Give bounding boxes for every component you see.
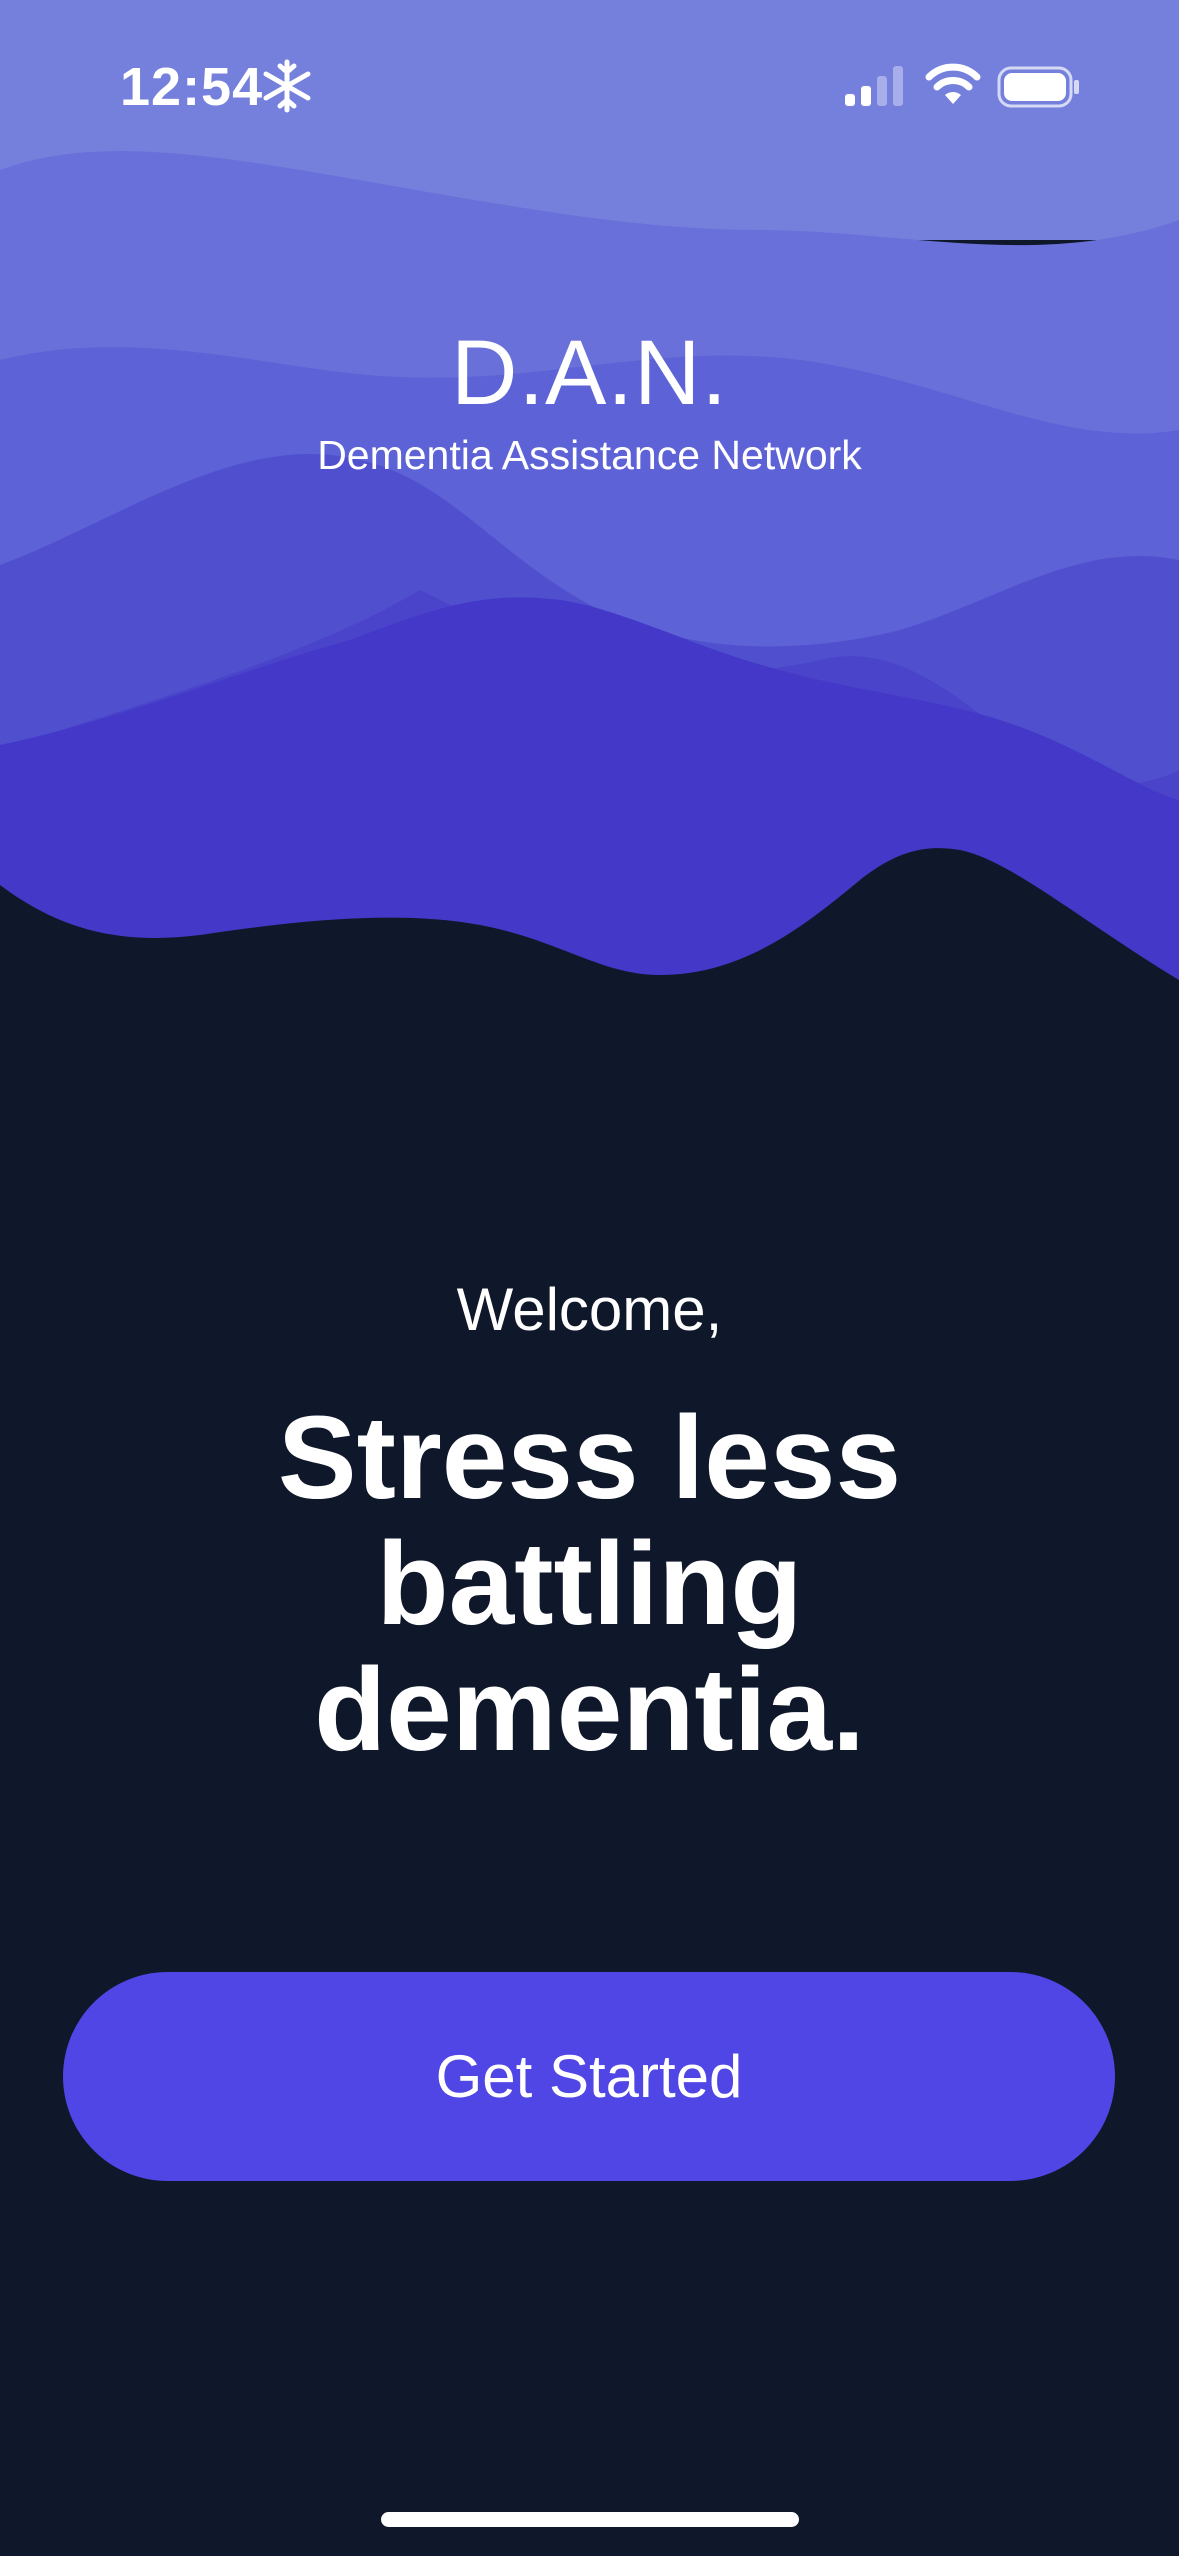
cellular-signal-icon: [845, 66, 903, 106]
snowflake-icon: [263, 59, 311, 113]
brand-header: D.A.N. Dementia Assistance Network: [0, 318, 1179, 482]
app-subtitle: Dementia Assistance Network: [317, 432, 862, 478]
welcome-text: Welcome,: [456, 1276, 723, 1343]
headline: Stress less battling dementia.: [277, 1392, 902, 1776]
get-started-button[interactable]: Get Started: [63, 1972, 1115, 2181]
battery-icon: [997, 66, 1079, 108]
welcome-screen: 12:54 D.A.N. Dementia Assistance Network…: [0, 0, 1179, 2556]
status-bar: 12:54: [0, 0, 1179, 170]
app-title: D.A.N.: [451, 322, 728, 424]
wifi-icon: [925, 63, 981, 104]
home-indicator[interactable]: [381, 2512, 799, 2527]
status-time: 12:54: [120, 57, 264, 117]
